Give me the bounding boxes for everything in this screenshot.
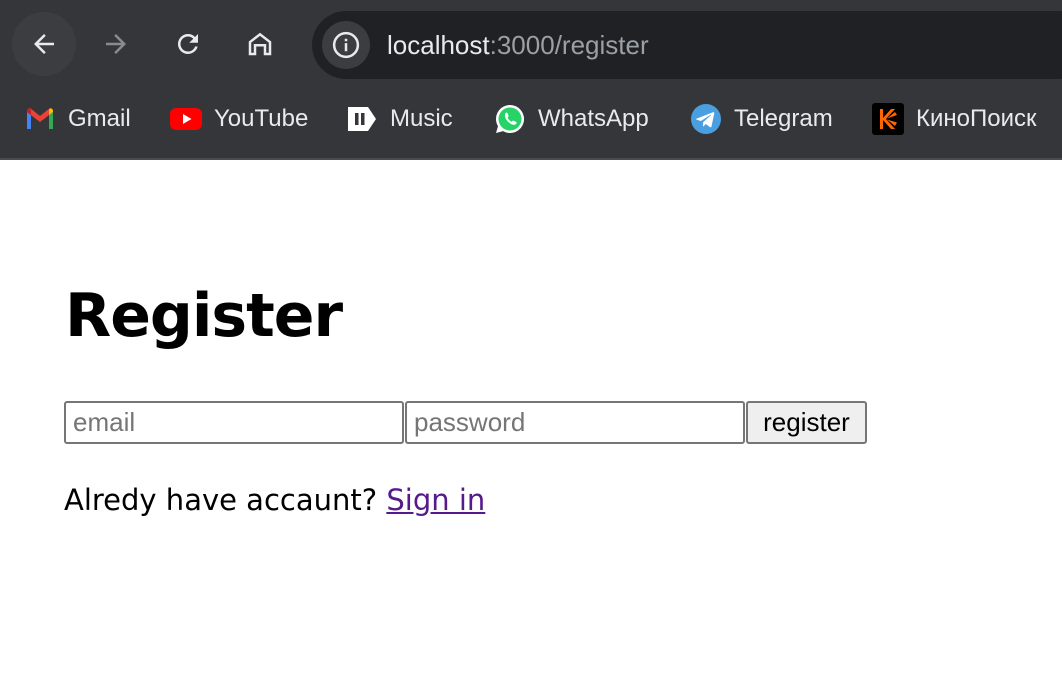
info-icon <box>332 31 360 59</box>
register-button[interactable]: register <box>746 401 867 444</box>
bookmark-youtube[interactable]: YouTube <box>170 92 308 146</box>
whatsapp-icon <box>494 103 526 135</box>
bookmark-kinopoisk[interactable]: КиноПоиск <box>872 92 1037 146</box>
bookmark-music[interactable]: Music <box>346 92 453 146</box>
gmail-icon <box>24 103 56 135</box>
music-icon <box>346 103 378 135</box>
bookmarks-bar: Gmail YouTube Music WhatsApp Telegram Ки… <box>0 92 1062 146</box>
reload-button[interactable] <box>156 12 220 76</box>
site-info-button[interactable] <box>322 21 370 69</box>
telegram-icon <box>690 103 722 135</box>
url-path: :3000/register <box>489 30 649 60</box>
signin-prompt-text: Alredy have accaunt? <box>64 483 387 517</box>
kinopoisk-icon <box>872 103 904 135</box>
signin-prompt: Alredy have accaunt? Sign in <box>64 480 485 520</box>
email-field[interactable] <box>64 401 404 444</box>
signin-link[interactable]: Sign in <box>386 483 485 517</box>
bookmark-label: YouTube <box>214 105 309 132</box>
back-button[interactable] <box>12 12 76 76</box>
bookmark-label: Music <box>390 105 453 132</box>
browser-toolbar: localhost:3000/register <box>0 0 1062 90</box>
bookmark-label: WhatsApp <box>538 105 649 132</box>
bookmark-label: Telegram <box>734 105 833 132</box>
arrow-right-icon <box>106 34 126 54</box>
youtube-icon <box>170 103 202 135</box>
reload-icon <box>177 33 198 54</box>
home-button[interactable] <box>228 12 292 76</box>
password-field[interactable] <box>405 401 745 444</box>
address-bar[interactable]: localhost:3000/register <box>312 11 1062 79</box>
forward-button[interactable] <box>84 12 148 76</box>
bookmark-label: Gmail <box>68 105 131 132</box>
page-title: Register <box>65 281 343 351</box>
bookmark-gmail[interactable]: Gmail <box>24 92 131 146</box>
bookmark-telegram[interactable]: Telegram <box>690 92 833 146</box>
page-content: Register register Alredy have accaunt? S… <box>0 160 1062 696</box>
bookmark-label: КиноПоиск <box>916 105 1037 132</box>
browser-chrome: localhost:3000/register Gmail YouTube Mu… <box>0 0 1062 160</box>
bookmark-whatsapp[interactable]: WhatsApp <box>494 92 649 146</box>
url-text[interactable]: localhost:3000/register <box>387 28 649 62</box>
url-host: localhost <box>387 30 490 60</box>
home-icon <box>248 32 272 56</box>
arrow-left-icon <box>34 34 54 54</box>
